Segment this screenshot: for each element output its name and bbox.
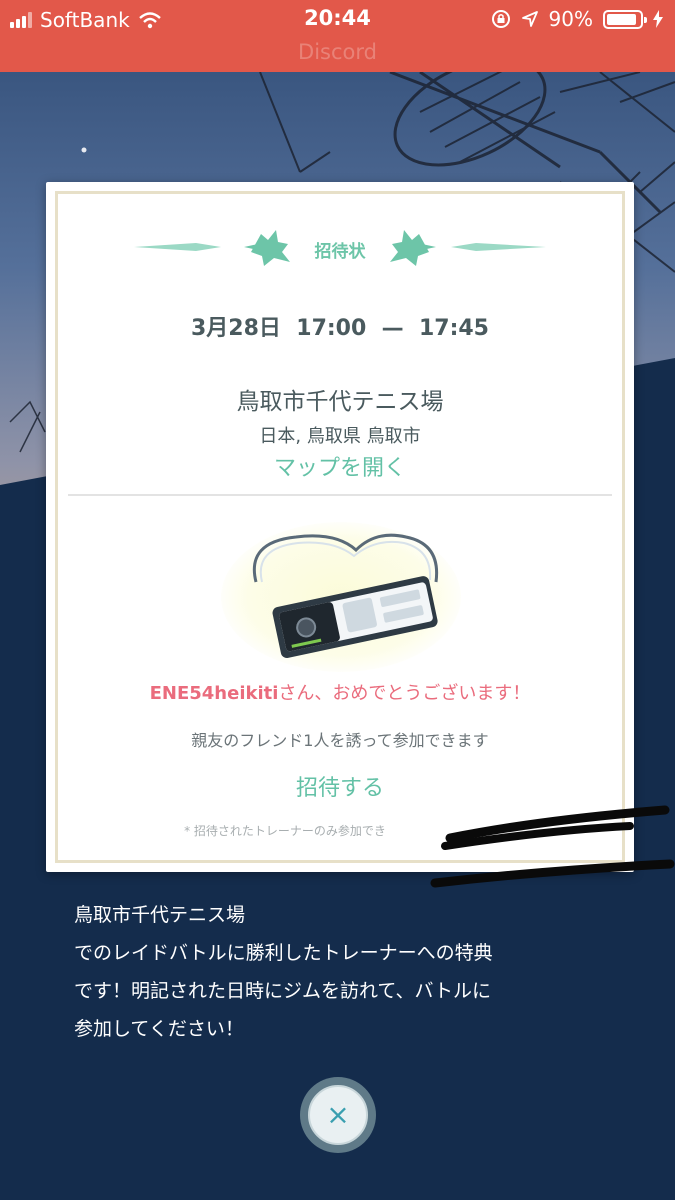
start-time: 17:00 bbox=[296, 316, 367, 341]
description-line: 鳥取市千代テニス場 bbox=[74, 904, 246, 926]
battery-percent: 90% bbox=[548, 7, 593, 31]
gym-region: 日本, 鳥取県 鳥取市 bbox=[259, 426, 421, 447]
congrats-message: ENE54heikitiさん、おめでとうございます！ bbox=[46, 679, 634, 705]
charging-icon bbox=[653, 10, 663, 28]
event-datetime: 3月28日 17:00 — 17:45 bbox=[46, 310, 634, 342]
invite-info: 親友のフレンド1人を誘って参加できます bbox=[191, 731, 489, 750]
invitation-card: 招待状 3月28日 17:00 — 17:45 鳥取市千代テニス場 日本, 鳥取… bbox=[46, 182, 634, 872]
reward-description: 鳥取市千代テニス場 でのレイドバトルに勝利したトレーナーへの特典 です！明記され… bbox=[74, 896, 634, 1048]
description-line: でのレイドバトルに勝利したトレーナーへの特典 bbox=[74, 942, 493, 964]
battery-icon bbox=[603, 9, 647, 29]
divider bbox=[68, 494, 612, 496]
event-date: 3月28日 bbox=[191, 316, 281, 341]
app-label: Discord bbox=[298, 40, 377, 64]
description-line: です！明記された日時にジムを訪れて、バトルに bbox=[74, 980, 492, 1002]
status-bar: SoftBank 20:44 90% Discord bbox=[0, 0, 675, 72]
congrats-text: さん、おめでとうございます！ bbox=[278, 683, 531, 704]
redaction-scribble bbox=[430, 805, 675, 888]
raid-pass-icon bbox=[252, 533, 439, 658]
time-separator: — bbox=[381, 316, 404, 341]
gym-name: 鳥取市千代テニス場 bbox=[236, 389, 444, 415]
open-map-link[interactable]: マップを開く bbox=[46, 450, 634, 482]
close-button-ring: × bbox=[308, 1085, 368, 1145]
location-icon bbox=[521, 11, 538, 27]
card-title: 招待状 bbox=[314, 242, 366, 262]
orientation-lock-icon bbox=[491, 10, 510, 28]
end-time: 17:45 bbox=[418, 316, 489, 341]
close-button[interactable]: × bbox=[300, 1077, 376, 1153]
close-icon: × bbox=[326, 1098, 350, 1131]
status-right: 90% bbox=[491, 7, 663, 31]
description-line: 参加してください！ bbox=[74, 1018, 244, 1040]
trainer-name: ENE54heikiti bbox=[149, 683, 279, 704]
